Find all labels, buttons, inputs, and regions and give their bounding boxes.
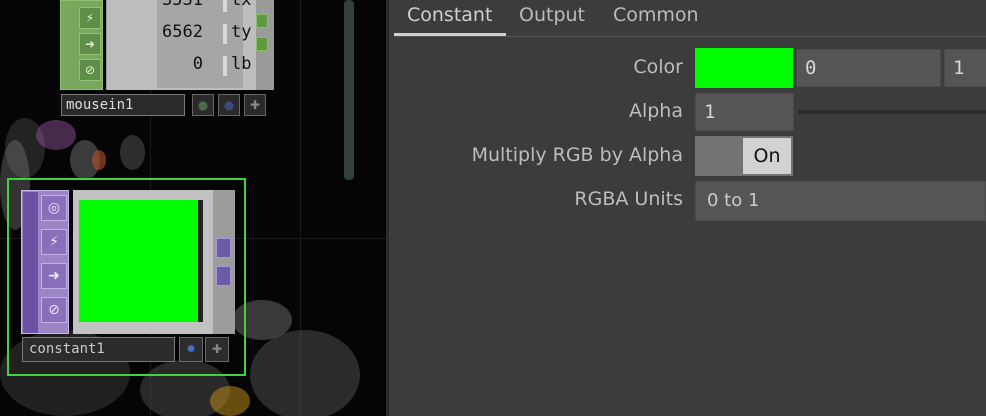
- lock-icon[interactable]: ⊘: [79, 59, 101, 81]
- parameter-panel: Constant Output Common Color 0 1 Alpha 1…: [389, 0, 986, 416]
- constant-node[interactable]: ◎ ⚡ ➜ ⊘ constant1 ✹ ✚: [7, 178, 246, 376]
- display-flag-icon[interactable]: ●: [218, 94, 240, 116]
- channel-value: 6562: [162, 22, 203, 42]
- channel-list: 3531 tx 6562 ty 0 lb: [157, 0, 251, 88]
- node-viewer-sidebar: ⚡ ➜ ⊘: [60, 0, 103, 90]
- node-name-label[interactable]: constant1: [22, 337, 175, 362]
- color-preview: [79, 200, 203, 322]
- output-connector-bar: [213, 190, 235, 334]
- lock-icon[interactable]: ⊘: [41, 297, 67, 323]
- color-label: Color: [633, 56, 683, 78]
- channel-value: 0: [192, 54, 203, 74]
- tab-divider: [394, 36, 986, 37]
- plus-icon[interactable]: ✚: [205, 337, 229, 362]
- channel-name: ty: [231, 22, 252, 42]
- channel-name: tx: [231, 0, 252, 10]
- bypass-flag-icon[interactable]: ●: [192, 94, 214, 116]
- multiply-label: Multiply RGB by Alpha: [471, 144, 683, 166]
- viewer-icon[interactable]: ◎: [41, 195, 67, 221]
- color-green-field[interactable]: 0: [796, 49, 941, 87]
- channel-row: 6562 ty: [157, 22, 251, 46]
- channel-row: 3531 tx: [157, 0, 251, 14]
- output-connector[interactable]: [256, 37, 268, 51]
- node-input-strip: [23, 192, 38, 333]
- output-connector-bar: [256, 0, 274, 90]
- rgba-units-menu[interactable]: 0 to 1: [695, 181, 986, 221]
- channel-row: 0 lb: [157, 54, 251, 78]
- toggle-state: On: [743, 138, 791, 174]
- channel-name: lb: [231, 54, 252, 74]
- rgba-units-label: RGBA Units: [574, 188, 683, 210]
- top-viewer: [73, 190, 235, 334]
- chop-channel-viewer: 3531 tx 6562 ty 0 lb: [106, 0, 256, 90]
- channel-divider: [223, 24, 227, 44]
- output-connector[interactable]: [216, 238, 231, 258]
- node-viewer-sidebar: ◎ ⚡ ➜ ⊘: [21, 190, 69, 334]
- color-blue-field[interactable]: 1: [944, 49, 986, 87]
- tab-constant[interactable]: Constant: [395, 0, 504, 36]
- multiply-toggle[interactable]: On: [695, 136, 793, 176]
- channel-divider: [223, 0, 227, 12]
- output-connector[interactable]: [256, 14, 268, 28]
- plus-icon[interactable]: ✚: [244, 94, 266, 116]
- color-swatch[interactable]: [695, 48, 793, 88]
- tab-common[interactable]: Common: [601, 0, 711, 36]
- alpha-field[interactable]: 1: [695, 93, 794, 131]
- tab-output[interactable]: Output: [507, 0, 597, 36]
- channel-divider: [223, 56, 227, 76]
- display-flag-icon[interactable]: ✹: [179, 337, 203, 362]
- node-name-label[interactable]: mousein1: [61, 94, 185, 116]
- output-connector[interactable]: [216, 266, 231, 286]
- channel-value: 3531: [162, 0, 203, 10]
- arrow-right-icon[interactable]: ➜: [79, 33, 101, 55]
- alpha-slider[interactable]: [798, 110, 986, 114]
- arrow-right-icon[interactable]: ➜: [41, 263, 67, 289]
- network-editor[interactable]: ⚡ ➜ ⊘ 3531 tx 6562 ty 0 lb mousein1 ● ● …: [0, 0, 386, 416]
- alpha-label: Alpha: [628, 100, 683, 122]
- flag-activate-icon[interactable]: ⚡: [79, 7, 101, 29]
- flag-activate-icon[interactable]: ⚡: [41, 229, 67, 255]
- mousein-node[interactable]: ⚡ ➜ ⊘ 3531 tx 6562 ty 0 lb mousein1 ● ● …: [60, 0, 274, 121]
